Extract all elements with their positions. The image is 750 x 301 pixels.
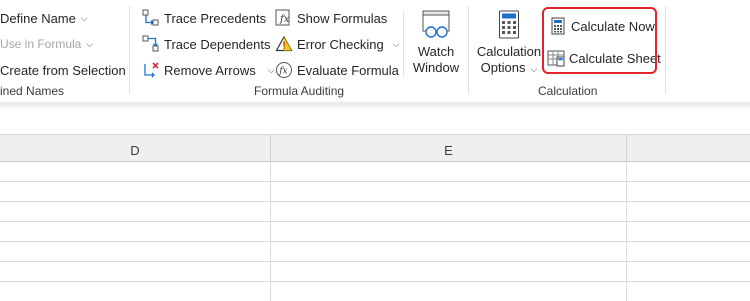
column-header-d[interactable]: D — [0, 135, 271, 161]
trace-dependents-label: Trace Dependents — [164, 36, 271, 52]
evaluate-formula-button[interactable]: fx Evaluate Formula — [275, 59, 399, 81]
show-formulas-button[interactable]: fx Show Formulas — [275, 7, 387, 29]
calculation-group-label: Calculation — [538, 84, 598, 98]
show-formulas-icon: fx — [275, 9, 293, 27]
formula-auditing-group-label: Formula Auditing — [254, 84, 345, 98]
create-from-selection-button[interactable]: Create from Selection — [0, 59, 126, 81]
trace-precedents-label: Trace Precedents — [164, 10, 267, 26]
group-separator — [468, 6, 469, 94]
show-formulas-label: Show Formulas — [297, 10, 388, 26]
evaluate-formula-icon: fx — [275, 61, 293, 79]
group-separator — [129, 6, 130, 94]
define-name-label: Define Name — [0, 10, 76, 26]
calculation-options-text: Options — [480, 60, 526, 75]
calculation-options-label-1: Calculation — [476, 44, 542, 59]
formula-bar[interactable] — [0, 108, 750, 135]
calculation-options-label-2: Options ⌵ — [481, 60, 538, 77]
gridline — [0, 241, 750, 242]
highlight-box — [542, 7, 657, 74]
group-separator — [665, 6, 666, 94]
error-checking-icon — [275, 35, 293, 53]
trace-dependents-icon — [142, 35, 160, 53]
calculation-options-button[interactable]: Calculation Options ⌵ — [476, 10, 542, 77]
trace-precedents-button[interactable]: Trace Precedents — [142, 7, 266, 29]
chevron-down-icon: ⌵ — [80, 12, 88, 23]
ribbon-formulas-tab: Define Name ⌵ Use in Formula ⌵ Create fr… — [0, 0, 750, 102]
create-from-selection-label: Create from Selection — [0, 62, 126, 78]
chevron-down-icon: ⌵ — [86, 38, 94, 49]
use-in-formula-button[interactable]: Use in Formula ⌵ — [0, 33, 93, 55]
trace-dependents-button[interactable]: Trace Dependents — [142, 33, 270, 55]
trace-precedents-icon — [142, 9, 160, 27]
watch-window-button[interactable]: Watch Window — [410, 10, 462, 76]
calculator-icon — [498, 10, 520, 44]
gridline — [0, 221, 750, 222]
error-checking-button[interactable]: Error Checking ⌵ — [275, 33, 400, 55]
defined-names-group-label: ined Names — [0, 84, 65, 98]
remove-arrows-label: Remove Arrows — [164, 62, 256, 78]
define-name-button[interactable]: Define Name ⌵ — [0, 7, 88, 29]
gridline — [0, 181, 750, 182]
column-header-row: D E — [0, 135, 750, 162]
gridline — [0, 201, 750, 202]
column-header-e[interactable]: E — [271, 135, 627, 161]
chevron-down-icon: ⌵ — [530, 64, 538, 74]
evaluate-formula-label: Evaluate Formula — [297, 62, 399, 78]
watch-window-label-2: Window — [412, 60, 460, 75]
remove-arrows-button[interactable]: Remove Arrows ⌵ — [142, 59, 275, 81]
error-checking-label: Error Checking — [297, 36, 384, 52]
watch-window-label-1: Watch — [417, 44, 455, 59]
chevron-down-icon[interactable]: ⌵ — [393, 39, 400, 50]
chevron-down-icon[interactable]: ⌵ — [268, 65, 275, 76]
inner-separator — [403, 12, 404, 76]
svg-text:fx: fx — [278, 67, 287, 77]
svg-text:fx: fx — [279, 14, 290, 25]
column-header-f[interactable] — [627, 135, 750, 161]
gridline — [626, 161, 627, 301]
watch-window-icon — [420, 10, 452, 44]
remove-arrows-icon — [142, 61, 160, 79]
gridline — [270, 161, 271, 301]
use-in-formula-label: Use in Formula — [0, 37, 82, 51]
gridline — [0, 261, 750, 262]
worksheet-grid[interactable]: D E — [0, 135, 750, 301]
gridline — [0, 281, 750, 282]
